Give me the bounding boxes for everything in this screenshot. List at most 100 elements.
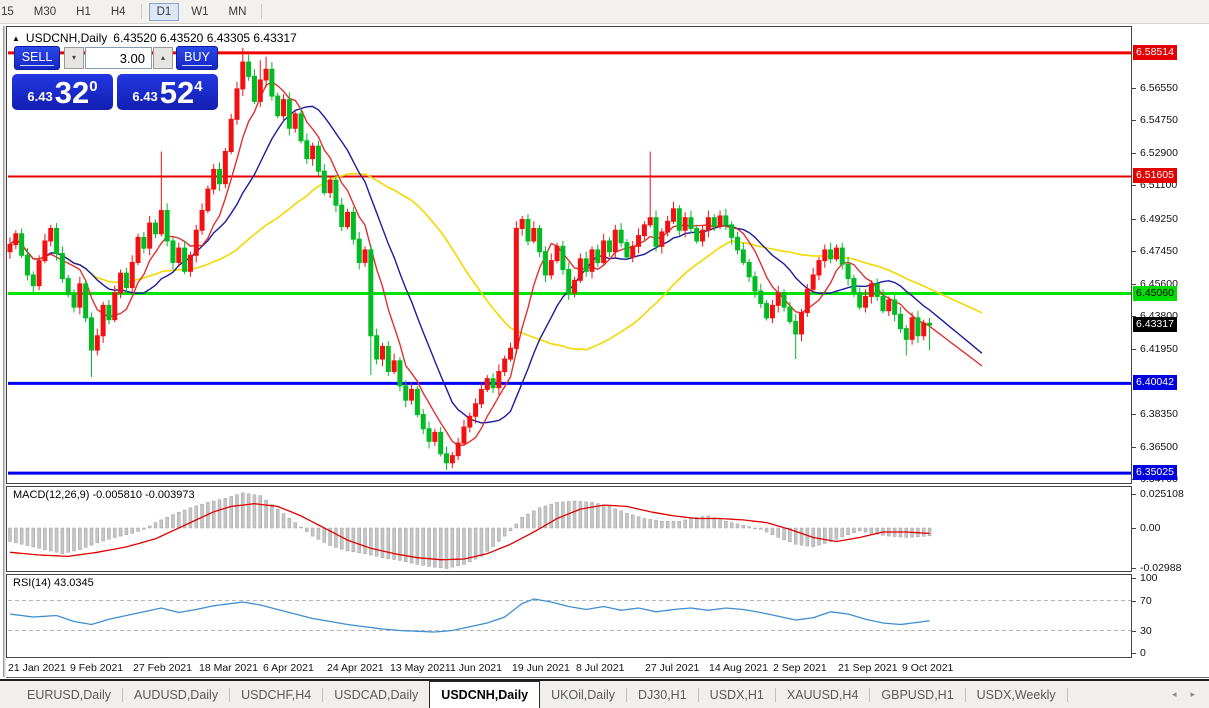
chart-tab-usdchf-h4[interactable]: USDCHF,H4	[230, 681, 322, 708]
macd-bar	[922, 528, 925, 536]
macd-bar	[364, 528, 367, 554]
chart-tab-ukoil-daily[interactable]: UKOil,Daily	[540, 681, 626, 708]
timeframe-button-mn[interactable]: MN	[221, 3, 255, 21]
axis-tick-label: 6.54750	[1140, 114, 1178, 126]
candle-body	[415, 389, 419, 414]
macd-bar	[102, 528, 105, 541]
candle-body	[404, 386, 408, 400]
chart-tab-gbpusd-h1[interactable]: GBPUSD,H1	[870, 681, 964, 708]
candle-body	[456, 443, 460, 456]
macd-bar	[224, 498, 227, 528]
timeframe-button-h4[interactable]: H4	[103, 3, 134, 21]
macd-bar	[154, 523, 157, 528]
macd-bar	[492, 528, 495, 546]
resistance-line-2-badge: 6.51605	[1133, 168, 1177, 183]
date-label: 27 Jul 2021	[645, 662, 699, 674]
macd-bar	[235, 495, 238, 528]
macd-bar	[742, 525, 745, 528]
candle-body	[631, 246, 635, 257]
volume-increase-button[interactable]: ▴	[153, 47, 173, 69]
chart-tab-usdx-weekly[interactable]: USDX,Weekly	[966, 681, 1067, 708]
chart-tab-xauusd-h4[interactable]: XAUUSD,H4	[776, 681, 870, 708]
macd-bar	[724, 521, 727, 528]
macd-bar	[26, 528, 29, 546]
macd-bar	[20, 528, 23, 544]
macd-bar	[305, 528, 308, 532]
macd-bar	[736, 524, 739, 528]
macd-bar	[369, 528, 372, 555]
candle-body	[95, 336, 99, 350]
buy-price-sup: 4	[194, 78, 202, 95]
candle-body	[898, 314, 902, 328]
chart-tab-usdcnh-daily[interactable]: USDCNH,Daily	[429, 681, 540, 708]
macd-bar	[107, 528, 110, 539]
chart-tab-usdx-h1[interactable]: USDX,H1	[699, 681, 775, 708]
macd-bar	[556, 502, 559, 528]
date-label: 14 Aug 2021	[709, 662, 768, 674]
macd-bar	[928, 528, 931, 536]
buy-button[interactable]: BUY	[176, 46, 218, 70]
macd-bar	[218, 500, 221, 528]
axis-tick-label: 6.38350	[1140, 408, 1178, 420]
axis-tick-mark	[1132, 414, 1136, 415]
macd-bar	[841, 528, 844, 537]
collapse-icon[interactable]: ▲	[12, 34, 20, 43]
macd-bar	[847, 528, 850, 535]
volume-input[interactable]	[85, 47, 152, 69]
candle-body	[904, 329, 908, 340]
axis-tick-label: 0.00	[1140, 522, 1160, 534]
axis-tick-mark	[1132, 578, 1136, 579]
date-label: 1 Jun 2021	[450, 662, 502, 674]
candle-body	[25, 255, 29, 275]
buy-price-prefix: 6.43	[132, 89, 157, 104]
chart-tab-eurusd-daily[interactable]: EURUSD,Daily	[16, 681, 122, 708]
tab-scroll-right-button[interactable]: ▸	[1190, 689, 1195, 700]
macd-bar	[905, 528, 908, 537]
buy-price-panel[interactable]: 6.43 52 4	[117, 74, 218, 110]
candle-body	[299, 114, 303, 141]
macd-bar	[276, 509, 279, 528]
date-label: 27 Feb 2021	[133, 662, 192, 674]
rsi-pane[interactable]	[6, 574, 1132, 658]
macd-bar	[300, 527, 303, 528]
macd-bar	[73, 528, 76, 551]
timeframe-button-d1[interactable]: D1	[149, 3, 180, 21]
timeframe-button-h1[interactable]: H1	[68, 3, 99, 21]
macd-bar	[497, 528, 500, 542]
volume-decrease-button[interactable]: ▾	[64, 47, 84, 69]
tab-scroll-left-button[interactable]: ◂	[1172, 689, 1177, 700]
timeframe-button-m30[interactable]: M30	[26, 3, 64, 21]
axis-tick-mark	[1132, 528, 1136, 529]
candle-body	[427, 429, 431, 442]
candle-body	[247, 62, 251, 76]
macd-bar	[317, 528, 320, 539]
sell-price-panel[interactable]: 6.43 32 0	[12, 74, 113, 110]
candle-body	[840, 248, 844, 264]
candle	[386, 341, 390, 376]
candle-body	[759, 291, 763, 304]
candle-body	[596, 250, 600, 263]
macd-bar	[486, 528, 489, 551]
candle-body	[747, 262, 751, 276]
macd-bar	[515, 524, 518, 528]
macd-bar	[387, 528, 390, 559]
timeframe-button-15[interactable]: 15	[0, 3, 22, 21]
candle	[351, 207, 355, 245]
chart-tab-usdcad-daily[interactable]: USDCAD,Daily	[323, 681, 429, 708]
one-click-trade-panel: SELL ▾ ▴ BUY 6.43 32 0 6.43 52 4	[12, 46, 218, 110]
sell-button[interactable]: SELL	[14, 46, 60, 70]
date-label: 2 Sep 2021	[773, 662, 827, 674]
macd-bar	[38, 528, 41, 548]
timeframe-toolbar: 15M30H1H4 D1W1 MN	[0, 0, 1209, 24]
candle-body	[724, 216, 728, 225]
timeframe-button-w1[interactable]: W1	[183, 3, 216, 21]
candle-body	[223, 152, 227, 184]
date-label: 9 Oct 2021	[902, 662, 953, 674]
macd-bar	[393, 528, 396, 560]
sell-price-sup: 0	[89, 78, 97, 95]
axis-tick-mark	[1132, 153, 1136, 154]
candle-body	[887, 300, 891, 311]
chart-tab-audusd-daily[interactable]: AUDUSD,Daily	[123, 681, 229, 708]
chart-tab-dj30-h1[interactable]: DJ30,H1	[627, 681, 698, 708]
candle-body	[555, 246, 559, 260]
